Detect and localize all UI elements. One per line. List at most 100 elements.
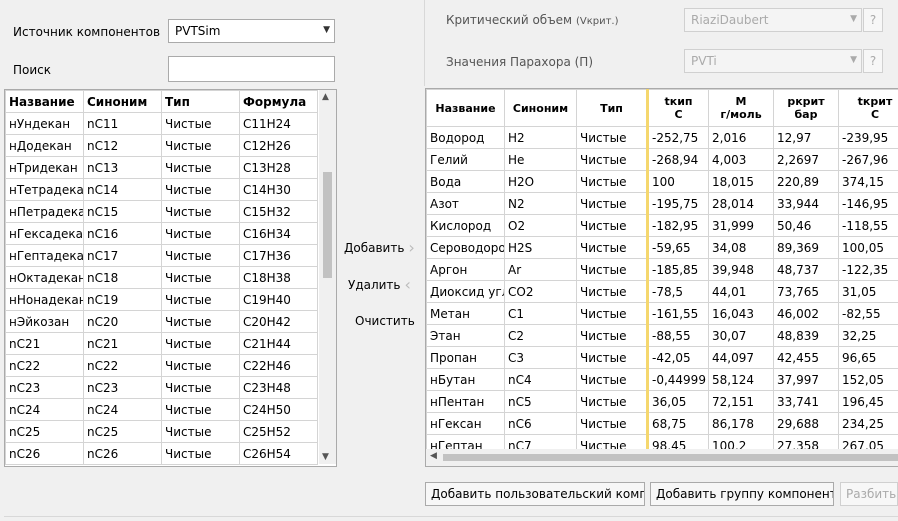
table-row[interactable]: нПетрадеканnC15ЧистыеC15H32 bbox=[5, 200, 318, 223]
column-header[interactable]: Mг/моль bbox=[708, 89, 774, 127]
split-pseudocomponent-button[interactable]: Разбить псевдокомпонент bbox=[840, 482, 898, 506]
selected-components-table: Название Синоним Тип tкип C Mг/моль pкрит бар tк… bbox=[426, 89, 898, 457]
table-row[interactable]: Гелий He Чистые -268,94 4,003 2,2697 -267,96 bbox=[426, 148, 898, 171]
table-cell: нГептадекан bbox=[5, 244, 84, 267]
table-row[interactable]: nC24 nC24 Чистые C24H50 bbox=[5, 398, 318, 421]
add-custom-component-button[interactable]: Добавить пользовательский компонент bbox=[425, 482, 645, 506]
table-row[interactable]: Кислород O2 Чистые -182,95 31,999 50,46 -118,5… bbox=[426, 214, 898, 237]
table-cell: Водород bbox=[426, 126, 505, 149]
scroll-left-icon[interactable]: ◀ bbox=[430, 451, 437, 461]
table-row[interactable]: СероводородH2SЧистые-59,6534,0889,369100… bbox=[426, 236, 898, 259]
column-header[interactable]: Формула bbox=[239, 90, 318, 113]
scrollbar-thumb[interactable] bbox=[443, 454, 898, 461]
table-cell: -122,35 bbox=[838, 258, 898, 281]
table-cell: 16,043 bbox=[708, 302, 774, 325]
table-cell: Азот bbox=[426, 192, 505, 215]
table-cell: 28,014 bbox=[708, 192, 774, 215]
table-row[interactable]: нЭйкозан nC20 Чистые C20H42 bbox=[5, 310, 318, 333]
table-cell: 33,944 bbox=[773, 192, 839, 215]
column-header[interactable]: tкрит C bbox=[838, 89, 898, 127]
table-cell: -59,65 bbox=[646, 236, 709, 259]
add-component-group-button[interactable]: Добавить группу компонентов bbox=[650, 482, 834, 506]
vertical-scrollbar[interactable]: ▲ ▼ bbox=[319, 90, 336, 464]
table-cell: 4,003 bbox=[708, 148, 774, 171]
table-row[interactable]: Пропан C3 Чистые -42,05 44,097 42,455 96,65 bbox=[426, 346, 898, 369]
column-header[interactable]: Синоним bbox=[504, 89, 577, 127]
table-cell: H2 bbox=[504, 126, 577, 149]
table-cell: O2 bbox=[504, 214, 577, 237]
table-row[interactable]: нДодекан nC12 Чистые C12H26 bbox=[5, 134, 318, 157]
table-row[interactable]: nC25 nC25 Чистые C25H52 bbox=[5, 420, 318, 443]
column-header[interactable]: Тип bbox=[161, 90, 240, 113]
table-row[interactable]: Этан C2 Чистые -88,55 30,07 48,839 32,25 bbox=[426, 324, 898, 347]
column-header[interactable]: Название bbox=[426, 89, 505, 127]
table-row[interactable]: nC22 nC22 Чистые C22H46 bbox=[5, 354, 318, 377]
table-cell: Чистые bbox=[576, 192, 648, 215]
column-header[interactable]: pкрит бар bbox=[773, 89, 839, 127]
table-row[interactable]: Вода H2O Чистые 100 18,015 220,89 374,15 bbox=[426, 170, 898, 193]
table-cell: He bbox=[504, 148, 577, 171]
table-cell: 32,25 bbox=[838, 324, 898, 347]
vcrit-select[interactable]: RiaziDaubert ▼ bbox=[684, 8, 862, 32]
table-row[interactable]: Метан C1 Чистые -161,55 16,043 46,002 -82,55 bbox=[426, 302, 898, 325]
table-cell: C3 bbox=[504, 346, 577, 369]
table-cell: C15H32 bbox=[239, 200, 318, 223]
vcrit-help-button[interactable]: ? bbox=[863, 8, 883, 32]
scroll-up-icon[interactable]: ▲ bbox=[322, 92, 329, 102]
table-cell: nC26 bbox=[83, 442, 162, 465]
table-row[interactable]: Водород H2 Чистые -252,75 2,016 12,97 -239,95 bbox=[426, 126, 898, 149]
column-header[interactable]: tкип C bbox=[646, 89, 709, 127]
table-cell: nC25 bbox=[83, 420, 162, 443]
table-cell: C1 bbox=[504, 302, 577, 325]
table-cell: 2,016 bbox=[708, 126, 774, 149]
table-cell: Чистые bbox=[161, 222, 240, 245]
remove-button[interactable]: Удалить ‹ bbox=[348, 275, 411, 294]
table-row[interactable]: нОктадекан nC18 Чистые C18H38 bbox=[5, 266, 318, 289]
table-row[interactable]: нУндекан nC11 Чистые C11H24 bbox=[5, 112, 318, 135]
add-button[interactable]: Добавить › bbox=[344, 238, 415, 257]
table-row[interactable]: nC26 nC26 Чистые C26H54 bbox=[5, 442, 318, 465]
column-header[interactable]: Тип bbox=[576, 89, 648, 127]
parachor-select[interactable]: PVTi ▼ bbox=[684, 49, 862, 73]
table-row[interactable]: нТридекан nC13 Чистые C13H28 bbox=[5, 156, 318, 179]
table-cell: Чистые bbox=[161, 376, 240, 399]
table-row[interactable]: нБутан nC4 Чистые -0,44999 58,124 37,997 152,0… bbox=[426, 368, 898, 391]
column-header-title: tкрит bbox=[857, 95, 893, 108]
table-row[interactable]: нТетрадекан nC14 Чистые C14H30 bbox=[5, 178, 318, 201]
parachor-help-button[interactable]: ? bbox=[863, 49, 883, 73]
table-cell: нДодекан bbox=[5, 134, 84, 157]
table-row[interactable]: Диоксид углеродаCO2Чистые-78,544,0173,76… bbox=[426, 280, 898, 303]
column-header[interactable]: Синоним bbox=[83, 90, 162, 113]
table-cell: nC17 bbox=[83, 244, 162, 267]
search-input[interactable] bbox=[168, 56, 335, 82]
table-row[interactable]: Азот N2 Чистые -195,75 28,014 33,944 -146,95 bbox=[426, 192, 898, 215]
table-cell: 96,65 bbox=[838, 346, 898, 369]
table-cell: -78,5 bbox=[646, 280, 709, 303]
column-header[interactable]: Название bbox=[5, 90, 84, 113]
table-cell: Чистые bbox=[576, 236, 648, 259]
scrollbar-thumb[interactable] bbox=[323, 172, 332, 278]
table-row[interactable]: нГептадеканnC17ЧистыеC17H36 bbox=[5, 244, 318, 267]
source-select[interactable]: PVTSim ▼ bbox=[168, 19, 335, 43]
table-row[interactable]: нНонадекан nC19 Чистые C19H40 bbox=[5, 288, 318, 311]
table-row[interactable]: nC21 nC21 Чистые C21H44 bbox=[5, 332, 318, 355]
table-row[interactable]: нПентан nC5 Чистые 36,05 72,151 33,741 196,45 bbox=[426, 390, 898, 413]
table-cell: nC6 bbox=[504, 412, 577, 435]
table-row[interactable]: Аргон Ar Чистые -185,85 39,948 48,737 -122,35 bbox=[426, 258, 898, 281]
table-row[interactable]: nC23 nC23 Чистые C23H48 bbox=[5, 376, 318, 399]
table-cell: нПетрадекан bbox=[5, 200, 84, 223]
table-cell: 50,46 bbox=[773, 214, 839, 237]
table-cell: C25H52 bbox=[239, 420, 318, 443]
search-label: Поиск bbox=[13, 63, 52, 77]
table-row[interactable]: нГексан nC6 Чистые 68,75 86,178 29,688 234,25 bbox=[426, 412, 898, 435]
horizontal-scrollbar[interactable]: ◀ bbox=[426, 449, 898, 466]
table-cell: nC23 bbox=[5, 376, 84, 399]
table-row[interactable]: нГексадекан nC16 Чистые C16H34 bbox=[5, 222, 318, 245]
scroll-down-icon[interactable]: ▼ bbox=[322, 452, 329, 462]
clear-button[interactable]: Очистить bbox=[355, 314, 415, 328]
table-cell: nC13 bbox=[83, 156, 162, 179]
add-label: Добавить bbox=[344, 240, 405, 255]
column-header-title: pкрит bbox=[787, 95, 825, 108]
table-cell: nC22 bbox=[83, 354, 162, 377]
clear-label: Очистить bbox=[355, 314, 415, 328]
